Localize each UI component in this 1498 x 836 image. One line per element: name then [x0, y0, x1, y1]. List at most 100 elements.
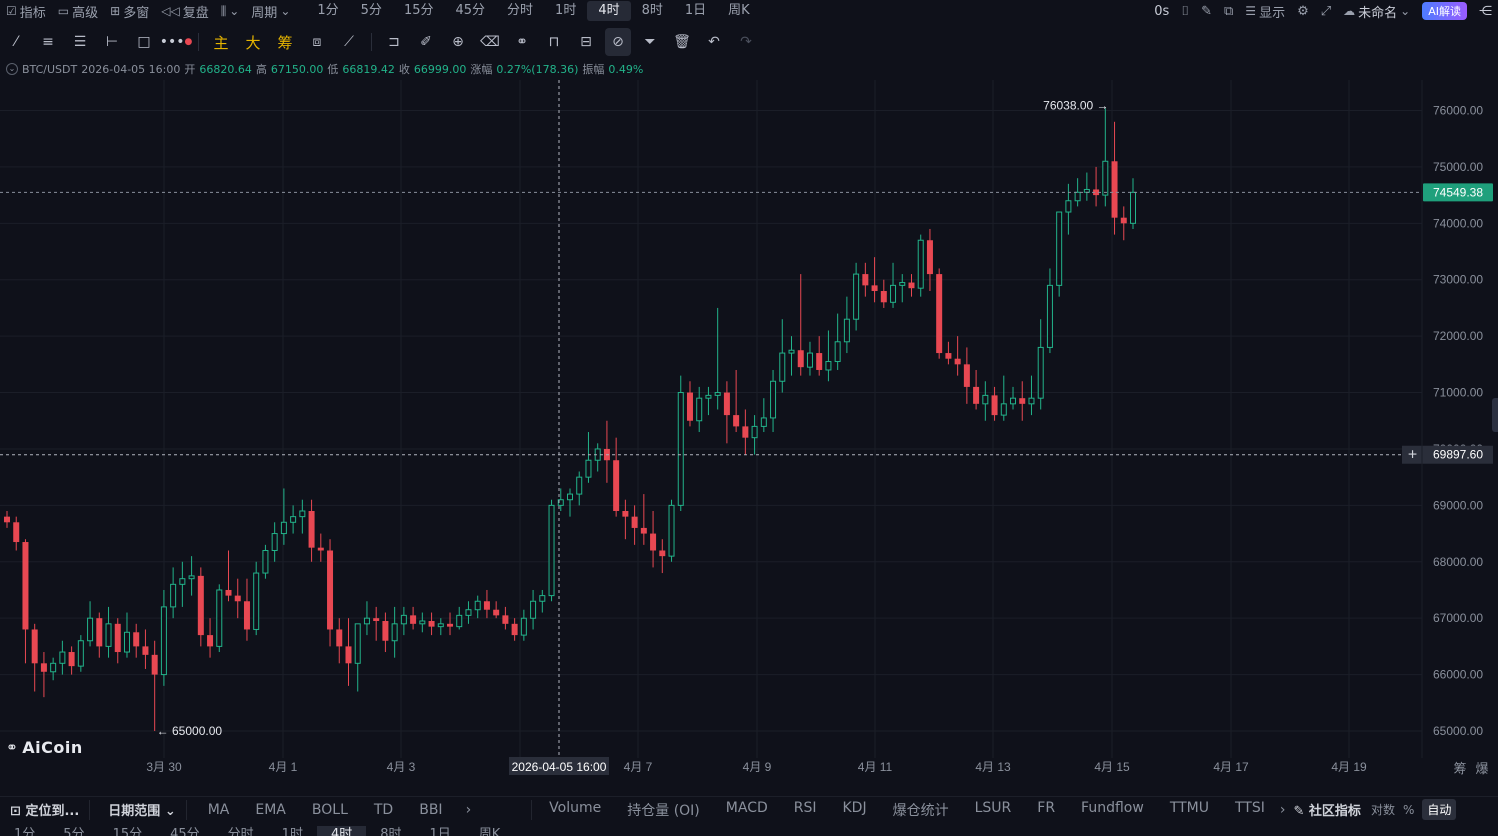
candle-body-up[interactable]: [419, 620, 426, 625]
candle-body-down[interactable]: [336, 629, 343, 647]
candle-body-up[interactable]: [363, 617, 370, 625]
candle-body-up[interactable]: [668, 504, 675, 557]
candle-body-down[interactable]: [640, 527, 647, 534]
period-tab-secondary[interactable]: 15分: [99, 826, 157, 836]
main-indicator-button[interactable]: EMA: [242, 802, 299, 818]
period-tab-secondary[interactable]: 1时: [268, 826, 317, 836]
candle-body-up[interactable]: [1028, 397, 1035, 405]
undo-icon[interactable]: ↶: [698, 28, 730, 56]
candle-body-down[interactable]: [234, 595, 241, 602]
sub-indicator-button[interactable]: RSI: [781, 800, 830, 820]
candle-body-down[interactable]: [963, 364, 970, 387]
lock-icon[interactable]: ⊓: [538, 28, 570, 56]
candle-body-down[interactable]: [991, 395, 998, 416]
period-tab[interactable]: 8时: [631, 1, 674, 21]
candle-body-up[interactable]: [280, 521, 287, 535]
period-tab[interactable]: 1日: [674, 1, 717, 21]
pencil-icon[interactable]: ✎: [1195, 0, 1218, 22]
candle-body-up[interactable]: [262, 549, 269, 574]
trash-icon[interactable]: 🗑: [666, 28, 698, 56]
sub-indicator-button[interactable]: TTSI: [1222, 800, 1278, 820]
sub-indicator-button[interactable]: MACD: [713, 800, 781, 820]
candle-body-up[interactable]: [760, 417, 767, 427]
candle-body-up[interactable]: [539, 595, 546, 602]
big-order-toggle[interactable]: 大: [237, 28, 269, 56]
candle-body-down[interactable]: [659, 550, 666, 557]
candle-body-up[interactable]: [1056, 211, 1063, 286]
candle-body-up[interactable]: [188, 575, 195, 580]
candle-body-up[interactable]: [290, 516, 297, 523]
candle-body-down[interactable]: [493, 609, 500, 616]
locate-button[interactable]: ⊡ 定位到...: [0, 800, 89, 819]
main-indicator-button[interactable]: BBI: [406, 802, 455, 818]
period-tab[interactable]: 周K: [717, 1, 761, 21]
period-tab-secondary[interactable]: 分时: [214, 826, 268, 836]
candle-body-up[interactable]: [400, 614, 407, 625]
candle-body-up[interactable]: [567, 493, 573, 501]
candle-body-down[interactable]: [797, 350, 804, 368]
sub-indicator-button[interactable]: 爆仓统计: [880, 800, 962, 820]
period-tab[interactable]: 15分: [393, 1, 445, 21]
trend-line-icon[interactable]: ⁄: [0, 28, 32, 56]
candle-body-up[interactable]: [170, 583, 177, 608]
candle-body-down[interactable]: [447, 623, 454, 627]
compare-icon[interactable]: ⧈: [301, 28, 333, 56]
candle-body-up[interactable]: [456, 614, 463, 628]
candle-body-up[interactable]: [391, 623, 398, 642]
candle-body-down[interactable]: [613, 460, 620, 512]
candle-body-down[interactable]: [428, 621, 435, 627]
candle-body-down[interactable]: [133, 632, 140, 647]
period-tab[interactable]: 分时: [496, 1, 544, 21]
candle-body-up[interactable]: [1074, 191, 1081, 202]
candle-body-up[interactable]: [123, 631, 130, 653]
candle-body-up[interactable]: [751, 425, 758, 439]
candle-body-up[interactable]: [576, 476, 583, 495]
candle-body-down[interactable]: [1019, 398, 1026, 404]
candle-body-down[interactable]: [862, 274, 869, 286]
filter-icon[interactable]: ⏷: [634, 28, 666, 56]
candle-body-up[interactable]: [1065, 200, 1072, 213]
candle-body-down[interactable]: [243, 601, 250, 630]
candle-body-up[interactable]: [253, 572, 260, 630]
sub-indicator-button[interactable]: KDJ: [830, 800, 880, 820]
candle-body-down[interactable]: [13, 522, 20, 543]
candle-body-down[interactable]: [4, 516, 10, 523]
main-indicator-button[interactable]: MA: [195, 802, 243, 818]
candle-body-down[interactable]: [345, 646, 352, 664]
candle-body-down[interactable]: [502, 615, 509, 624]
candle-body-up[interactable]: [160, 606, 167, 676]
main-indicator-button[interactable]: BOLL: [299, 802, 361, 818]
candle-body-down[interactable]: [22, 542, 29, 630]
candle-body-up[interactable]: [917, 239, 924, 289]
period-tab-secondary[interactable]: 8时: [366, 826, 415, 836]
link-icon[interactable]: ⊘: [605, 28, 631, 56]
display-button[interactable]: ☰ 显示: [1239, 0, 1291, 22]
more-tools-icon[interactable]: ••• ●: [160, 28, 193, 56]
candle-body-down[interactable]: [373, 618, 380, 622]
share-icon[interactable]: ⋲: [1473, 0, 1498, 22]
candle-body-down[interactable]: [650, 533, 657, 551]
candle-body-up[interactable]: [1010, 397, 1017, 405]
candle-body-up[interactable]: [779, 352, 786, 382]
period-tab[interactable]: 4时: [587, 1, 631, 21]
candle-body-down[interactable]: [871, 285, 878, 292]
candle-body-down[interactable]: [151, 654, 158, 675]
indicator-button[interactable]: ☑ 指标: [0, 0, 52, 22]
sub-indicator-button[interactable]: Fundflow: [1068, 800, 1157, 820]
candle-body-down[interactable]: [207, 635, 214, 647]
candle-body-down[interactable]: [96, 618, 103, 647]
multiwindow-button[interactable]: ⊞ 多窗: [104, 0, 155, 22]
candle-body-down[interactable]: [31, 629, 38, 664]
ruler-icon[interactable]: ✐: [410, 28, 442, 56]
collapse-icon[interactable]: ⌄: [6, 63, 18, 75]
candle-body-up[interactable]: [1000, 403, 1007, 416]
candle-body-down[interactable]: [880, 291, 887, 303]
candle-body-up[interactable]: [354, 623, 361, 664]
candle-body-up[interactable]: [87, 617, 94, 642]
candlestick-chart[interactable]: 76000.00 75000.00 74000.00 73000.00 72000.00…: [0, 80, 1498, 794]
candle-body-down[interactable]: [973, 386, 980, 404]
period-tab-secondary[interactable]: 5分: [49, 826, 98, 836]
sub-indicator-button[interactable]: LSUR: [962, 800, 1025, 820]
candle-body-down[interactable]: [410, 615, 417, 624]
candle-body-up[interactable]: [1037, 346, 1044, 399]
